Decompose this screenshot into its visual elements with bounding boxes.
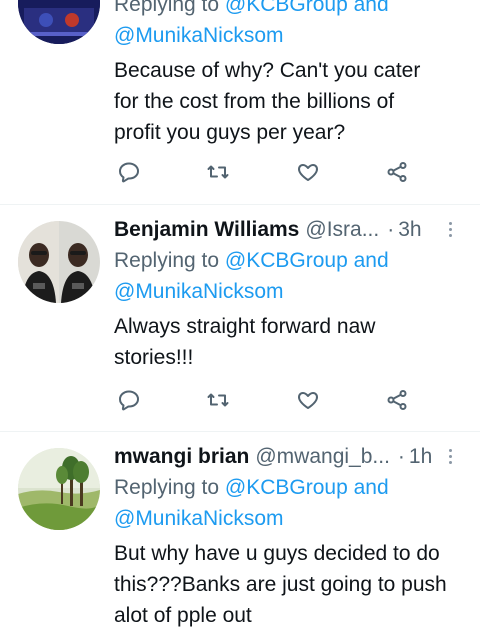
mention-link[interactable]: @KCBGroup and — [225, 249, 389, 272]
tweet-actions — [114, 157, 412, 187]
tweet[interactable]: Benjamin Williams @Isra... · 3h Replying… — [0, 205, 480, 431]
retweet-icon — [207, 165, 229, 179]
tweet-text: But why have u guys decided to do — [114, 542, 440, 565]
username[interactable]: @Isra... — [305, 218, 379, 242]
share-icon — [387, 390, 407, 410]
more-options-icon — [448, 221, 452, 225]
separator-dot: · — [397, 445, 405, 468]
more-options-button[interactable] — [438, 444, 462, 468]
share-button[interactable] — [382, 157, 412, 187]
avatar[interactable] — [18, 221, 100, 303]
replying-to: Replying to @KCBGroup and — [114, 245, 462, 276]
tweet-actions — [114, 385, 412, 415]
tweet[interactable]: Replying to @KCBGroup and @MunikaNicksom… — [0, 0, 480, 204]
reply-button[interactable] — [114, 385, 144, 415]
tweet-header: mwangi brian @mwangi_b... · 1h — [114, 442, 462, 472]
share-icon — [387, 162, 407, 182]
retweet-button[interactable] — [203, 385, 233, 415]
replying-to-label: Replying to — [114, 0, 225, 16]
display-name[interactable]: mwangi brian — [114, 445, 249, 469]
avatar[interactable] — [18, 0, 100, 44]
retweet-button[interactable] — [203, 157, 233, 187]
mention-link[interactable]: @MunikaNicksom — [114, 24, 284, 47]
avatar-image — [18, 221, 100, 303]
replying-to-label: Replying to — [114, 249, 225, 272]
tweet-text: Because of why? Can't you cater — [114, 59, 421, 82]
avatar[interactable] — [18, 448, 100, 530]
avatar-image — [18, 448, 100, 530]
like-button[interactable] — [293, 157, 323, 187]
more-options-button[interactable] — [438, 217, 462, 241]
tweet-text: profit you guys per year? — [114, 121, 346, 144]
tweet-text: alot of pple out — [114, 604, 252, 627]
tweet-text: this???Banks are just going to push — [114, 573, 447, 596]
share-button[interactable] — [382, 385, 412, 415]
tweet-header: Benjamin Williams @Isra... · 3h — [114, 215, 462, 245]
tweet[interactable]: mwangi brian @mwangi_b... · 1h Replying … — [0, 432, 480, 632]
mention-link[interactable]: @KCBGroup and — [225, 0, 389, 16]
mention-link[interactable]: @MunikaNicksom — [114, 280, 284, 303]
replying-to-label: Replying to — [114, 476, 225, 499]
like-icon — [297, 164, 319, 181]
username[interactable]: @mwangi_b... — [255, 445, 390, 469]
mention-link[interactable]: @KCBGroup and — [225, 476, 389, 499]
retweet-icon — [207, 393, 229, 407]
timestamp[interactable]: 3h — [398, 218, 421, 242]
tweet-text: Always straight forward naw — [114, 315, 376, 338]
reply-icon — [119, 390, 139, 411]
timestamp[interactable]: 1h — [409, 445, 432, 469]
like-icon — [297, 392, 319, 409]
avatar-image — [18, 0, 100, 44]
reply-button[interactable] — [114, 157, 144, 187]
replying-to: Replying to @KCBGroup and — [114, 472, 462, 503]
tweet-text: stories!!! — [114, 346, 194, 369]
separator-dot: · — [387, 218, 395, 241]
reply-icon — [119, 162, 139, 183]
replying-to: Replying to @KCBGroup and — [114, 0, 462, 20]
like-button[interactable] — [293, 385, 323, 415]
mention-link[interactable]: @MunikaNicksom — [114, 507, 284, 530]
more-options-icon — [448, 448, 452, 452]
display-name[interactable]: Benjamin Williams — [114, 218, 299, 242]
tweet-text: for the cost from the billions of — [114, 90, 395, 113]
